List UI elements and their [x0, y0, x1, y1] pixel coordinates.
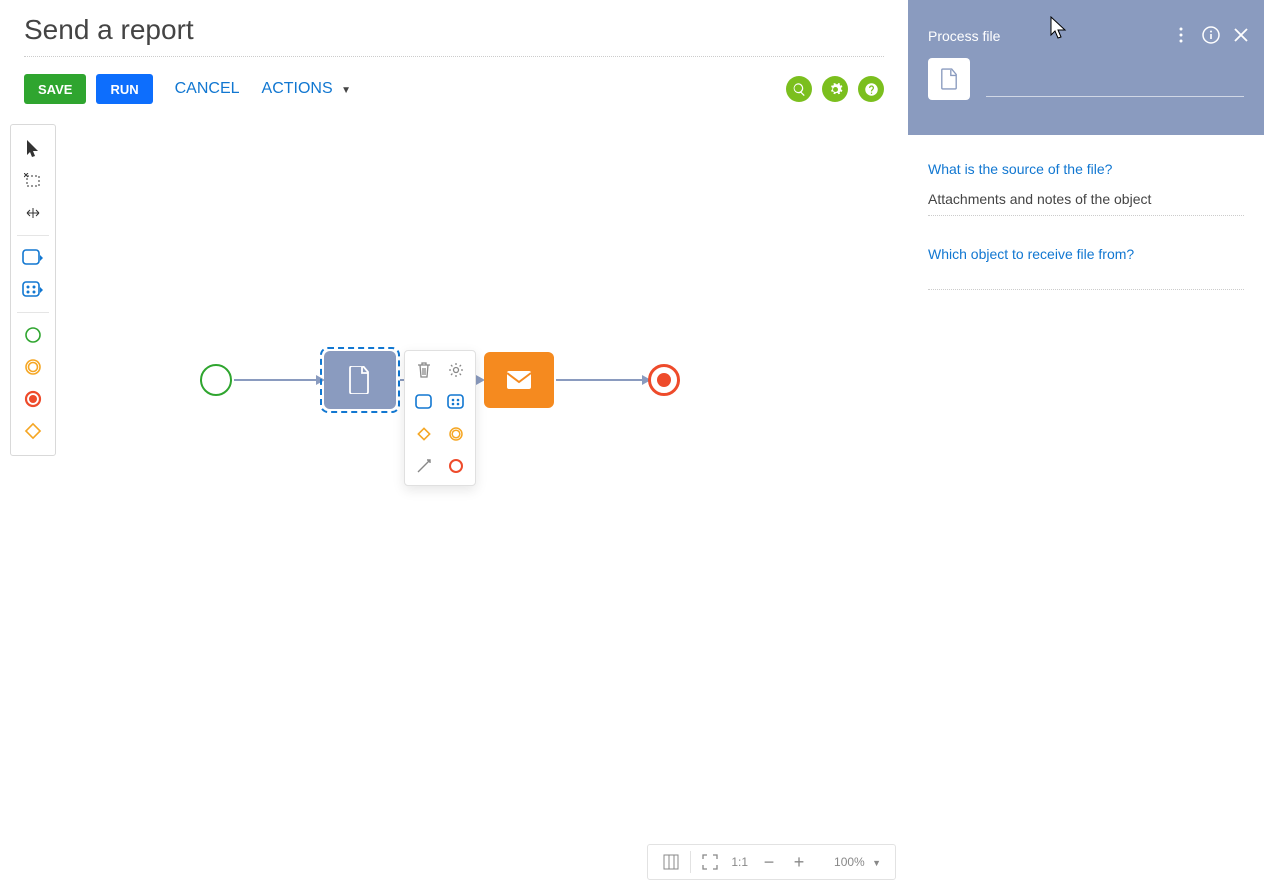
- ctx-user-task-icon[interactable]: [409, 389, 439, 415]
- tool-end-event[interactable]: [18, 384, 48, 414]
- ctx-end-event-icon[interactable]: [441, 453, 471, 479]
- ctx-sequence-flow-icon[interactable]: [409, 453, 439, 479]
- search-icon[interactable]: [786, 76, 812, 102]
- object-value-field[interactable]: [928, 276, 1244, 290]
- zoom-fit-icon[interactable]: [695, 847, 725, 877]
- flow-start-to-file[interactable]: [234, 379, 316, 381]
- question-source-label: What is the source of the file?: [928, 161, 1244, 177]
- tool-start-event[interactable]: [18, 320, 48, 350]
- panel-name-input[interactable]: [986, 96, 1244, 97]
- node-context-menu: [404, 350, 476, 486]
- panel-info-icon[interactable]: [1202, 26, 1220, 44]
- zoom-percent-dropdown[interactable]: 100% ▼: [814, 855, 887, 869]
- file-icon: [940, 68, 958, 90]
- ctx-service-task-icon[interactable]: [441, 389, 471, 415]
- node-send-email[interactable]: [484, 352, 554, 408]
- toolbar: SAVE RUN CANCEL ACTIONS ▼: [24, 71, 884, 107]
- panel-body: What is the source of the file? Attachme…: [908, 135, 1264, 316]
- zoom-map-icon[interactable]: [656, 847, 686, 877]
- zoom-in-button[interactable]: +: [784, 847, 814, 877]
- main-designer-area: Send a report SAVE RUN CANCEL ACTIONS ▼: [0, 0, 908, 890]
- zoom-out-button[interactable]: −: [754, 847, 784, 877]
- tool-intermediate-event[interactable]: [18, 352, 48, 382]
- panel-element-icon: [928, 58, 970, 100]
- help-icon[interactable]: [858, 76, 884, 102]
- mail-icon: [506, 370, 532, 390]
- actions-label: ACTIONS: [262, 80, 333, 97]
- title-divider: [24, 56, 884, 57]
- tool-gateway[interactable]: [18, 416, 48, 446]
- save-button[interactable]: SAVE: [24, 74, 86, 104]
- properties-panel: Process file What is the source of the f…: [908, 0, 1264, 890]
- zoom-toolbar: 1:1 − + 100% ▼: [647, 844, 896, 880]
- question-object-label: Which object to receive file from?: [928, 246, 1244, 262]
- cancel-button[interactable]: CANCEL: [175, 80, 240, 98]
- tool-service-task[interactable]: [18, 275, 48, 305]
- actions-dropdown[interactable]: ACTIONS ▼: [262, 80, 351, 98]
- caret-down-icon: ▼: [872, 858, 881, 868]
- tool-palette: [10, 124, 56, 456]
- source-value-field[interactable]: Attachments and notes of the object: [928, 191, 1244, 216]
- zoom-ratio-button[interactable]: 1:1: [725, 855, 754, 869]
- node-process-file[interactable]: [324, 351, 396, 409]
- page-title: Send a report: [24, 14, 908, 46]
- node-start-event[interactable]: [200, 364, 232, 396]
- tool-hresize[interactable]: [18, 198, 48, 228]
- ctx-delete-icon[interactable]: [409, 357, 439, 383]
- gear-icon[interactable]: [822, 76, 848, 102]
- tool-lasso[interactable]: [18, 166, 48, 196]
- tool-pointer[interactable]: [18, 134, 48, 164]
- panel-title: Process file: [928, 28, 1000, 44]
- zoom-percent-value: 100%: [834, 855, 865, 869]
- ctx-intermediate-event-icon[interactable]: [441, 421, 471, 447]
- panel-close-icon[interactable]: [1232, 26, 1250, 44]
- ctx-gateway-icon[interactable]: [409, 421, 439, 447]
- ctx-settings-icon[interactable]: [441, 357, 471, 383]
- panel-more-icon[interactable]: [1172, 26, 1190, 44]
- caret-down-icon: ▼: [341, 85, 351, 96]
- run-button[interactable]: RUN: [96, 74, 152, 104]
- file-icon: [348, 366, 372, 394]
- tool-user-task[interactable]: [18, 243, 48, 273]
- flow-mail-to-end[interactable]: [556, 379, 642, 381]
- panel-header: Process file: [908, 0, 1264, 135]
- node-end-event[interactable]: [648, 364, 680, 396]
